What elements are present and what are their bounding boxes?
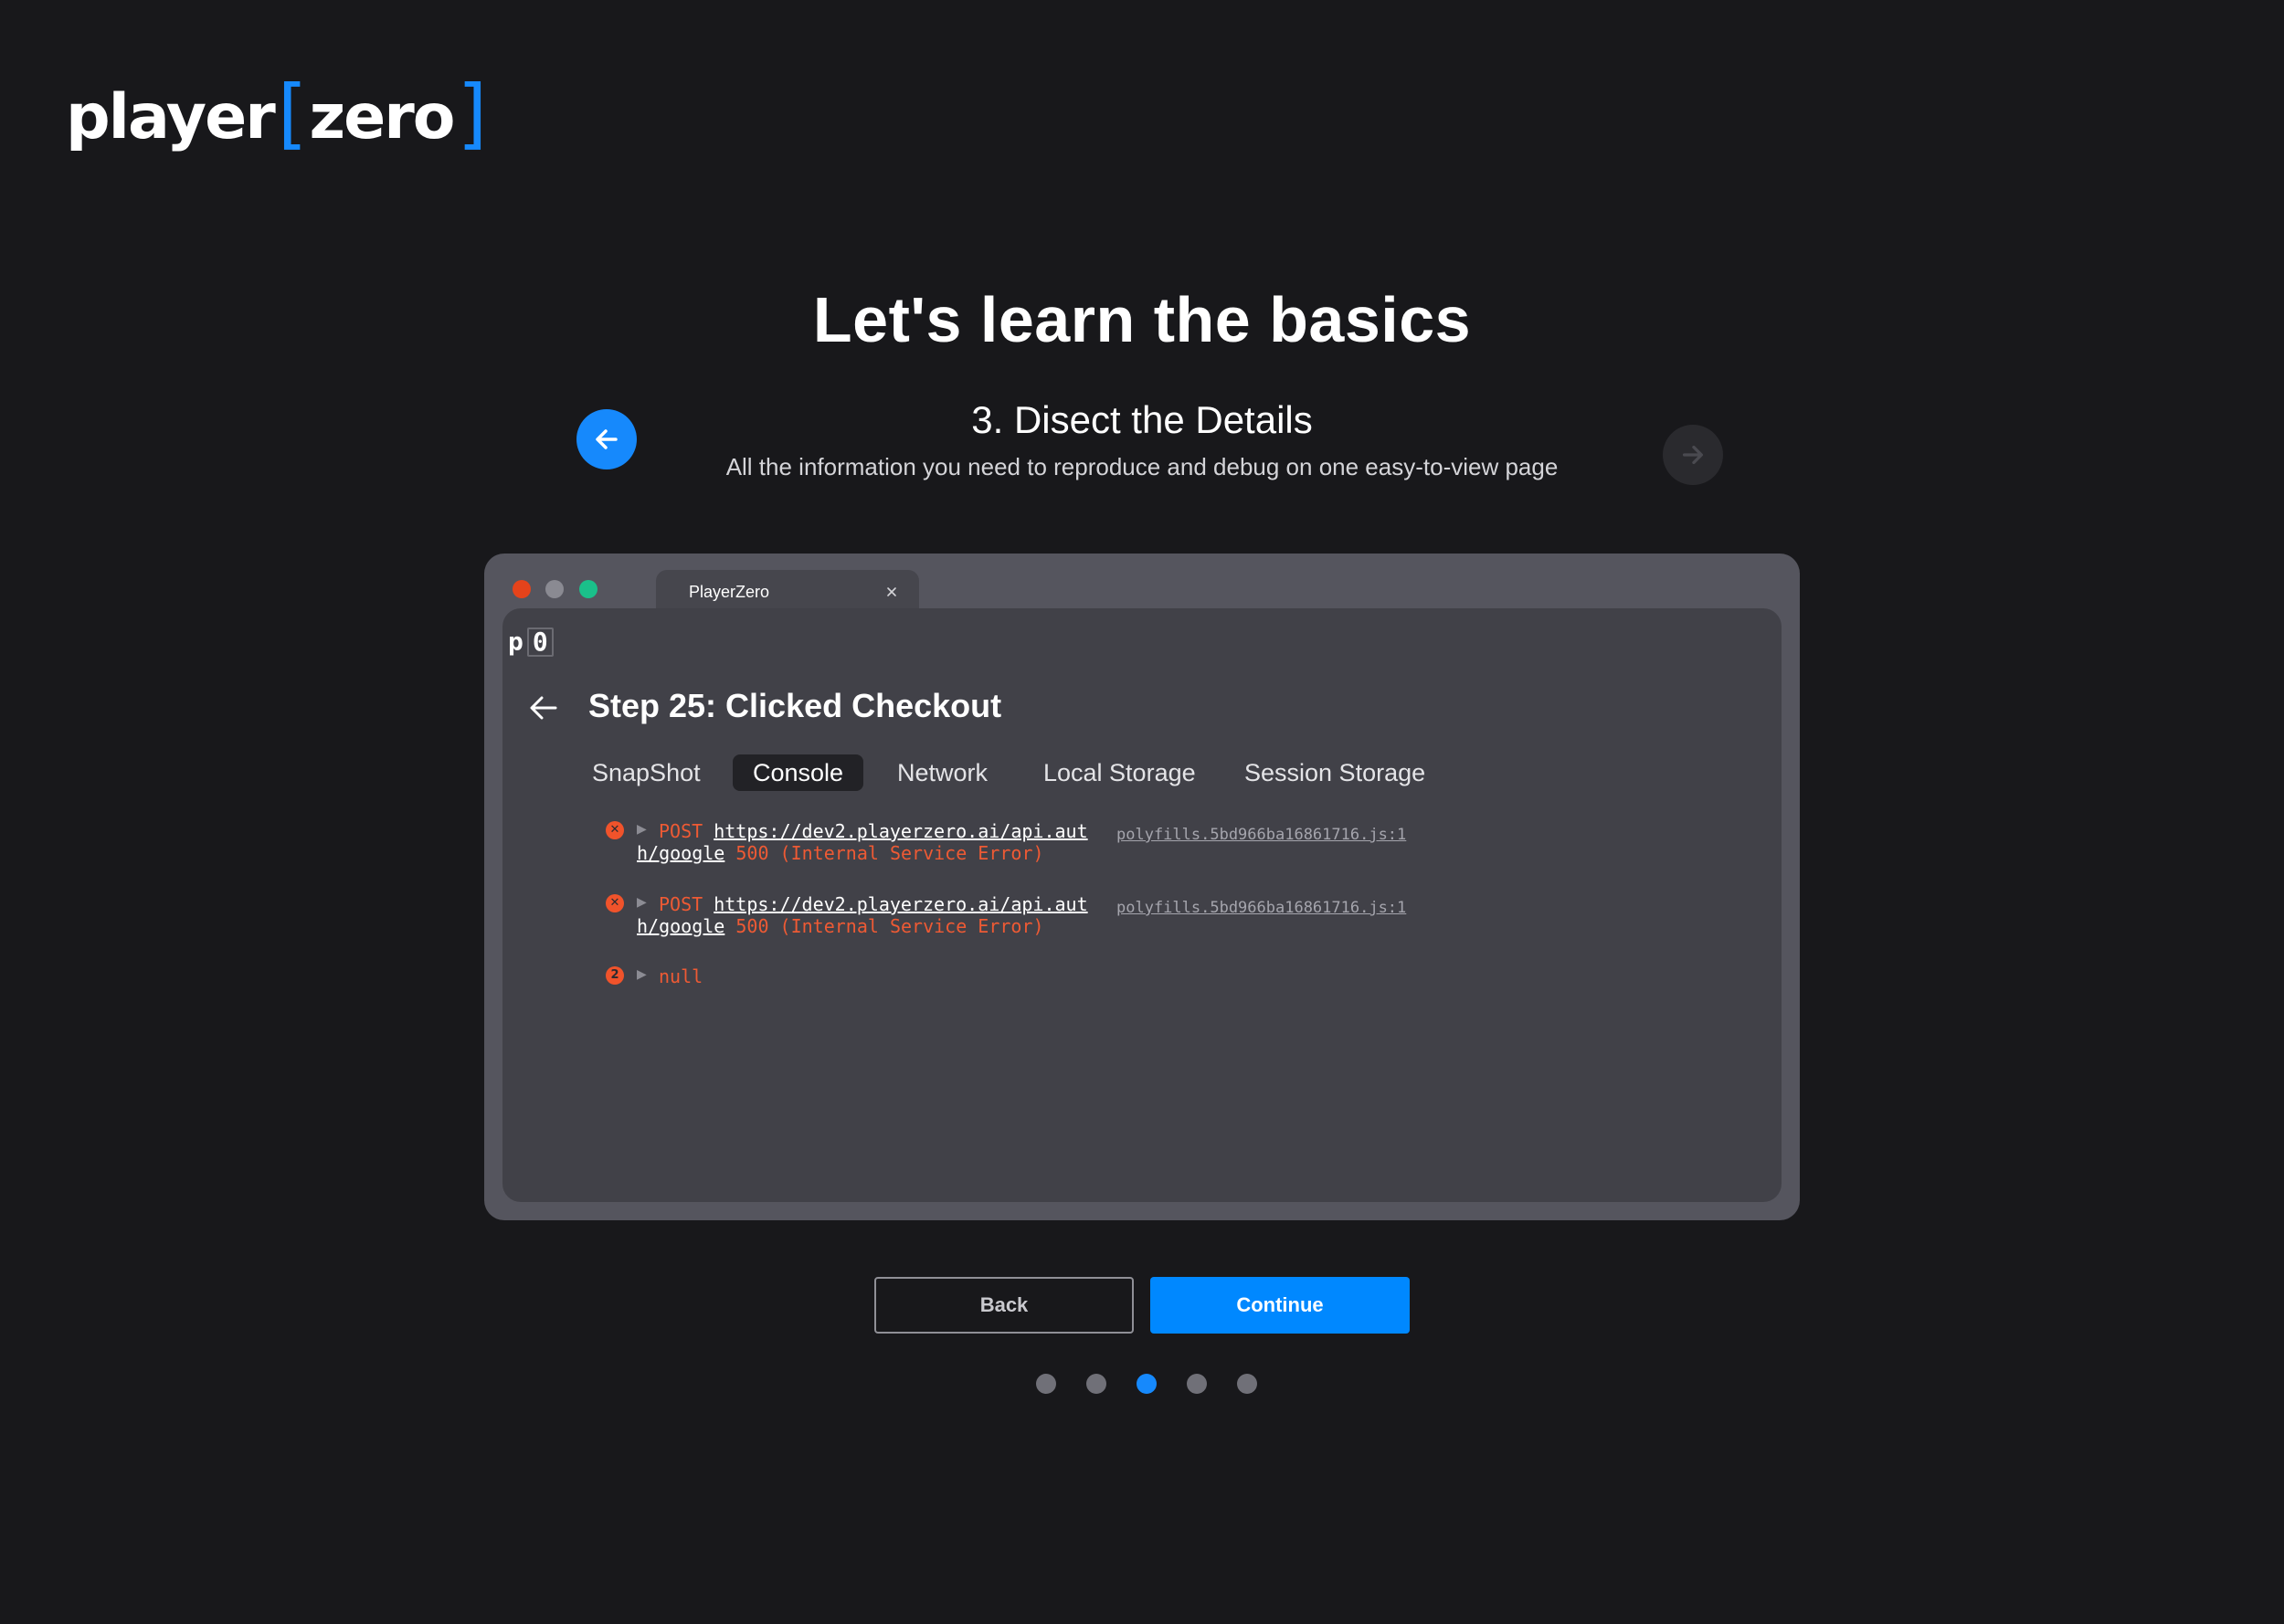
- log-value: null: [659, 965, 703, 987]
- expand-triangle-icon: ▶: [637, 967, 647, 982]
- tab-session-storage: Session Storage: [1244, 759, 1426, 786]
- next-step-button[interactable]: [1663, 425, 1723, 485]
- arrow-right-icon: [1682, 445, 1704, 465]
- onboarding-page: player[zero] Let's learn the basics 3. D…: [0, 0, 2284, 1624]
- close-icon: [887, 587, 896, 596]
- logo-text-zero: zero: [309, 80, 456, 153]
- mini-logo-zero: 0: [526, 627, 554, 657]
- tab-console: Console: [733, 754, 864, 791]
- back-button[interactable]: Back: [874, 1277, 1134, 1334]
- log-method: POST: [659, 893, 703, 915]
- log-source[interactable]: polyfills.5bd966ba16861716.js:1: [1116, 826, 1406, 844]
- console-entry-line-2: h/google 500 (Internal Service Error): [637, 842, 1044, 864]
- step-title: 3. Disect the Details: [971, 398, 1313, 441]
- window-maximize-dot: [579, 580, 597, 598]
- log-url[interactable]: https://dev2.playerzero.ai/api.aut: [714, 820, 1087, 842]
- log-url-continued[interactable]: h/google: [637, 915, 724, 937]
- error-icon: ✕: [606, 821, 624, 839]
- pagination-dot-5[interactable]: [1237, 1374, 1257, 1394]
- browser-mockup: PlayerZero: [484, 554, 1800, 1220]
- expand-triangle-icon: ▶: [637, 895, 647, 910]
- logo-bracket-open: [: [277, 69, 308, 158]
- logo-bracket-close: ]: [457, 69, 488, 158]
- console-entry-line-2: h/google 500 (Internal Service Error): [637, 915, 1044, 937]
- window-close-dot: [513, 580, 531, 598]
- log-method: POST: [659, 820, 703, 842]
- window-minimize-dot: [545, 580, 564, 598]
- step-subtitle: All the information you need to reproduc…: [725, 453, 1559, 480]
- console-entry-line: null: [659, 965, 703, 987]
- pagination-dot-1[interactable]: [1036, 1374, 1056, 1394]
- log-status: 500 (Internal Service Error): [735, 915, 1044, 937]
- tab-local-storage: Local Storage: [1043, 759, 1196, 786]
- previous-step-button[interactable]: [576, 409, 637, 469]
- console-entry-line: POST https://dev2.playerzero.ai/api.aut: [659, 893, 1088, 915]
- console-source: polyfills.5bd966ba16861716.js:1: [1116, 822, 1406, 846]
- console-source: polyfills.5bd966ba16861716.js:1: [1116, 895, 1406, 919]
- pagination-dot-2[interactable]: [1086, 1374, 1106, 1394]
- pagination-dot-4[interactable]: [1187, 1374, 1207, 1394]
- continue-button[interactable]: Continue: [1150, 1277, 1410, 1334]
- log-url[interactable]: https://dev2.playerzero.ai/api.aut: [714, 893, 1087, 915]
- mini-logo-p: p: [508, 627, 523, 657]
- error-icon: ✕: [606, 894, 624, 912]
- back-arrow-icon: [530, 696, 557, 720]
- log-url-continued[interactable]: h/google: [637, 842, 724, 864]
- logo-text-player: player: [66, 80, 276, 153]
- page-title: Let's learn the basics: [812, 284, 1472, 355]
- pagination-dot-3[interactable]: [1137, 1374, 1157, 1394]
- playerzero-logo: player[zero]: [66, 69, 489, 158]
- detail-title: Step 25: Clicked Checkout: [588, 687, 1002, 724]
- log-source[interactable]: polyfills.5bd966ba16861716.js:1: [1116, 899, 1406, 917]
- mini-logo: p0: [508, 627, 554, 657]
- browser-tab: PlayerZero: [656, 570, 919, 614]
- log-status: 500 (Internal Service Error): [735, 842, 1044, 864]
- console-entry-line: POST https://dev2.playerzero.ai/api.aut: [659, 820, 1088, 842]
- repeat-count-badge: 2: [606, 966, 624, 985]
- tab-snapshot: SnapShot: [592, 759, 701, 786]
- tab-network: Network: [897, 759, 989, 786]
- browser-tab-label: PlayerZero: [689, 583, 770, 601]
- arrow-left-icon: [596, 429, 618, 449]
- expand-triangle-icon: ▶: [637, 822, 647, 837]
